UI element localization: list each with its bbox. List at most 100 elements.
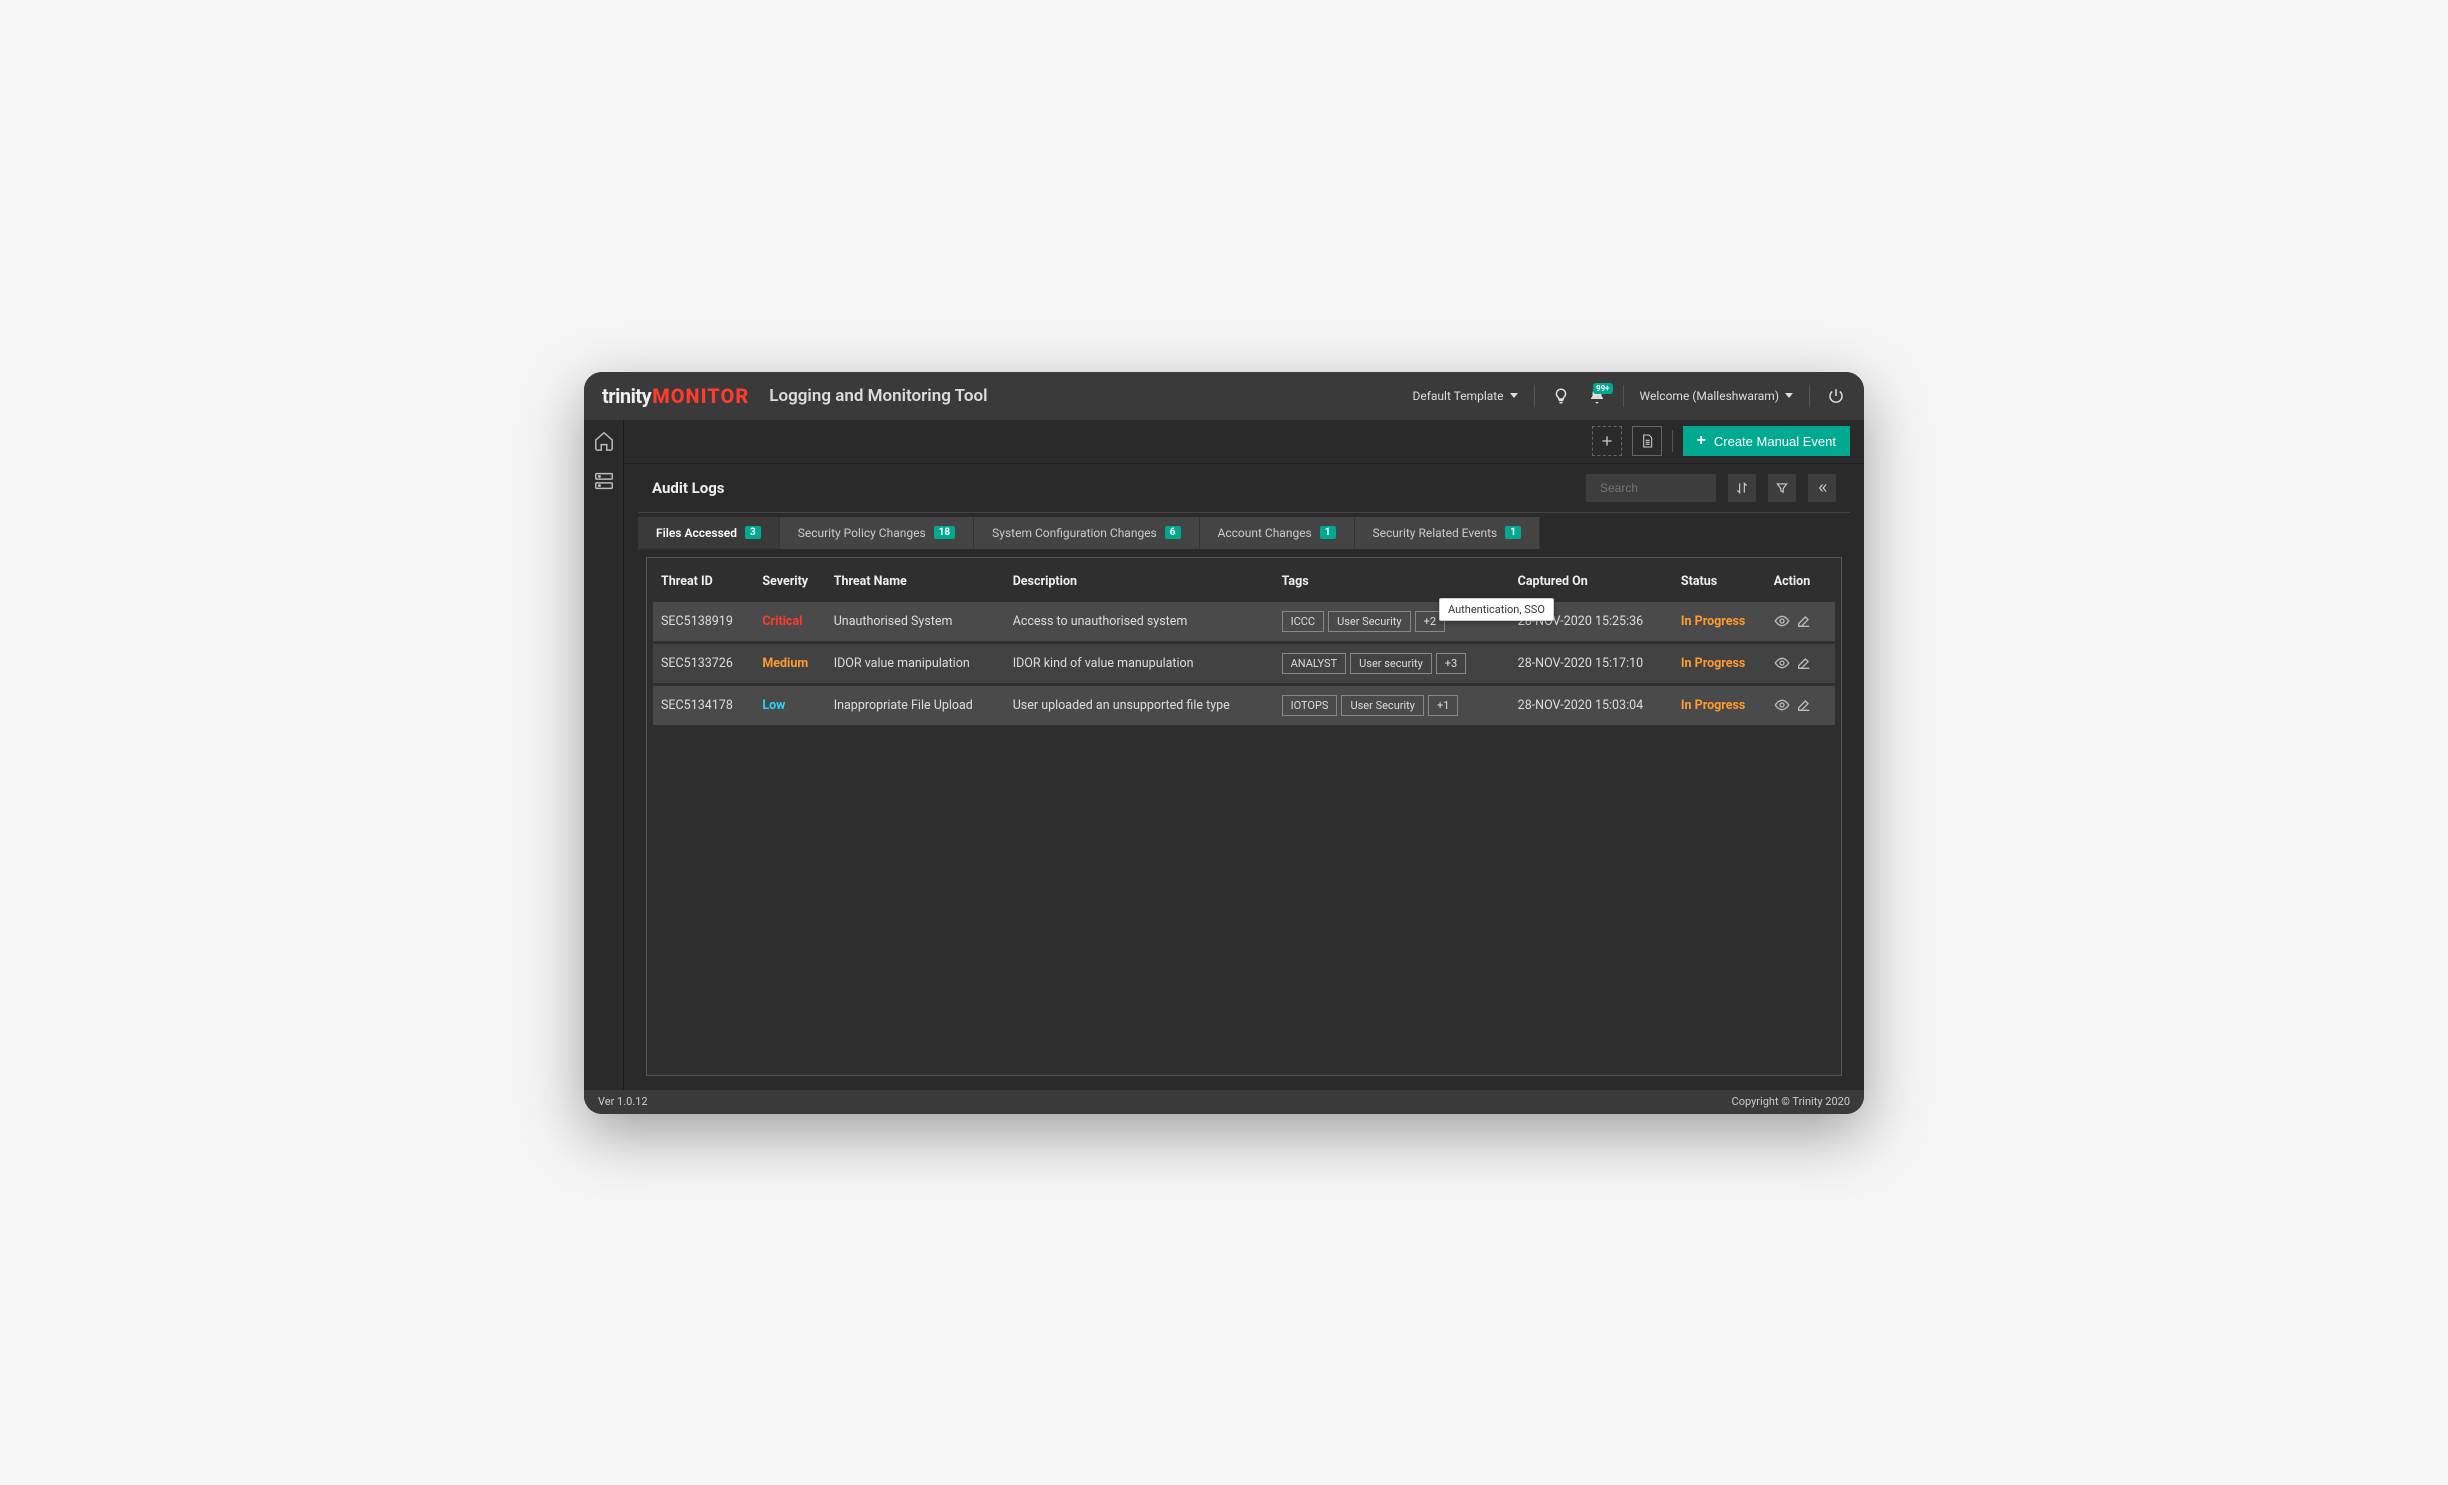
- tab-label: Files Accessed: [656, 526, 737, 540]
- tab-badge: 1: [1320, 526, 1336, 539]
- add-widget-button[interactable]: [1592, 426, 1622, 456]
- view-icon[interactable]: [1774, 697, 1790, 713]
- more-tags[interactable]: +1: [1428, 695, 1458, 716]
- severity-cell: Medium: [754, 642, 825, 684]
- tab-label: Account Changes: [1218, 526, 1312, 540]
- chevron-down-icon: [1785, 393, 1793, 398]
- tags-cell: ANALYSTUser security+3: [1274, 642, 1510, 684]
- logo-part2: MONITOR: [652, 384, 749, 408]
- collapse-button[interactable]: [1808, 474, 1836, 502]
- tab-security-policy-changes[interactable]: Security Policy Changes18: [780, 517, 974, 549]
- severity-cell: Low: [754, 684, 825, 725]
- tab-badge: 1: [1505, 526, 1521, 539]
- table-container: Authentication, SSO Threat IDSeverityThr…: [646, 557, 1842, 1076]
- edit-icon[interactable]: [1796, 613, 1812, 629]
- template-label: Default Template: [1412, 389, 1503, 403]
- power-icon[interactable]: [1826, 386, 1846, 406]
- home-icon[interactable]: [593, 430, 615, 452]
- toolbar: + Create Manual Event: [624, 420, 1864, 464]
- tag[interactable]: User Security: [1328, 611, 1411, 632]
- action-cell: [1766, 642, 1835, 684]
- divider: [1623, 385, 1624, 407]
- captured-on-cell: 28-NOV-2020 15:25:36: [1510, 600, 1673, 642]
- audit-logs-table: Threat IDSeverityThreat NameDescriptionT…: [653, 564, 1835, 725]
- user-menu[interactable]: Welcome (Malleshwaram): [1640, 389, 1793, 403]
- column-header: Captured On: [1510, 564, 1673, 601]
- threat-id-cell: SEC5134178: [653, 684, 754, 725]
- description-cell: Access to unauthorised system: [1005, 600, 1274, 642]
- tag[interactable]: ICCC: [1282, 611, 1324, 632]
- view-icon[interactable]: [1774, 613, 1790, 629]
- sort-button[interactable]: [1728, 474, 1756, 502]
- more-tags[interactable]: +3: [1436, 653, 1466, 674]
- divider: [1672, 430, 1673, 452]
- bulb-icon[interactable]: [1551, 386, 1571, 406]
- create-event-label: Create Manual Event: [1714, 434, 1836, 449]
- notifications-icon[interactable]: 99+: [1587, 386, 1607, 406]
- threat-name-cell: Inappropriate File Upload: [826, 684, 1005, 725]
- captured-on-cell: 28-NOV-2020 15:17:10: [1510, 642, 1673, 684]
- tag[interactable]: User Security: [1341, 695, 1424, 716]
- threat-name-cell: Unauthorised System: [826, 600, 1005, 642]
- notifications-badge: 99+: [1593, 383, 1613, 394]
- tab-label: Security Related Events: [1373, 526, 1498, 540]
- table-row[interactable]: SEC5138919CriticalUnauthorised SystemAcc…: [653, 600, 1835, 642]
- tab-label: System Configuration Changes: [992, 526, 1157, 540]
- tag[interactable]: User security: [1350, 653, 1432, 674]
- divider: [1809, 385, 1810, 407]
- severity-cell: Critical: [754, 600, 825, 642]
- search-box[interactable]: [1586, 474, 1716, 502]
- edit-icon[interactable]: [1796, 697, 1812, 713]
- tab-security-related-events[interactable]: Security Related Events 1: [1355, 517, 1540, 549]
- tab-files-accessed[interactable]: Files Accessed 3: [638, 517, 780, 549]
- chevron-down-icon: [1510, 393, 1518, 398]
- left-rail: [584, 420, 624, 1090]
- tab-badge: 18: [934, 526, 955, 539]
- copyright-label: Copyright © Trinity 2020: [1732, 1095, 1850, 1108]
- edit-icon[interactable]: [1796, 655, 1812, 671]
- threat-id-cell: SEC5133726: [653, 642, 754, 684]
- tab-system-configuration-changes[interactable]: System Configuration Changes 6: [974, 517, 1199, 549]
- column-header: Action: [1766, 564, 1835, 601]
- table-row[interactable]: SEC5133726MediumIDOR value manipulationI…: [653, 642, 1835, 684]
- threat-id-cell: SEC5138919: [653, 600, 754, 642]
- description-cell: User uploaded an unsupported file type: [1005, 684, 1274, 725]
- tab-badge: 6: [1165, 526, 1181, 539]
- server-icon[interactable]: [593, 470, 615, 492]
- status-cell: In Progress: [1673, 684, 1766, 725]
- column-header: Status: [1673, 564, 1766, 601]
- tags-cell: IOTOPSUser Security+1: [1274, 684, 1510, 725]
- create-manual-event-button[interactable]: + Create Manual Event: [1683, 426, 1850, 456]
- logo: trinity MONITOR: [602, 384, 749, 408]
- tag[interactable]: IOTOPS: [1282, 695, 1338, 716]
- app-subtitle: Logging and Monitoring Tool: [769, 386, 987, 406]
- tab-badge: 3: [745, 526, 761, 539]
- table-header-row: Threat IDSeverityThreat NameDescriptionT…: [653, 564, 1835, 601]
- column-header: Severity: [754, 564, 825, 601]
- column-header: Threat ID: [653, 564, 754, 601]
- footer: Ver 1.0.12 Copyright © Trinity 2020: [584, 1090, 1864, 1114]
- captured-on-cell: 28-NOV-2020 15:03:04: [1510, 684, 1673, 725]
- table-row[interactable]: SEC5134178LowInappropriate File UploadUs…: [653, 684, 1835, 725]
- divider: [1534, 385, 1535, 407]
- filter-button[interactable]: [1768, 474, 1796, 502]
- action-cell: [1766, 600, 1835, 642]
- tabs: Files Accessed 3 Security Policy Changes18…: [624, 513, 1864, 549]
- status-cell: In Progress: [1673, 600, 1766, 642]
- column-header: Description: [1005, 564, 1274, 601]
- tag[interactable]: ANALYST: [1282, 653, 1347, 674]
- page-title: Audit Logs: [652, 479, 1574, 497]
- document-button[interactable]: [1632, 426, 1662, 456]
- tags-cell: ICCCUser Security+2: [1274, 600, 1510, 642]
- column-header: Tags: [1274, 564, 1510, 601]
- more-tags[interactable]: +2: [1415, 611, 1445, 632]
- logo-part1: trinity: [602, 384, 651, 408]
- view-icon[interactable]: [1774, 655, 1790, 671]
- plus-icon: +: [1697, 432, 1706, 450]
- description-cell: IDOR kind of value manupulation: [1005, 642, 1274, 684]
- tab-account-changes[interactable]: Account Changes 1: [1200, 517, 1355, 549]
- threat-name-cell: IDOR value manipulation: [826, 642, 1005, 684]
- app-window: trinity MONITOR Logging and Monitoring T…: [584, 372, 1864, 1114]
- status-cell: In Progress: [1673, 642, 1766, 684]
- template-dropdown[interactable]: Default Template: [1412, 389, 1517, 403]
